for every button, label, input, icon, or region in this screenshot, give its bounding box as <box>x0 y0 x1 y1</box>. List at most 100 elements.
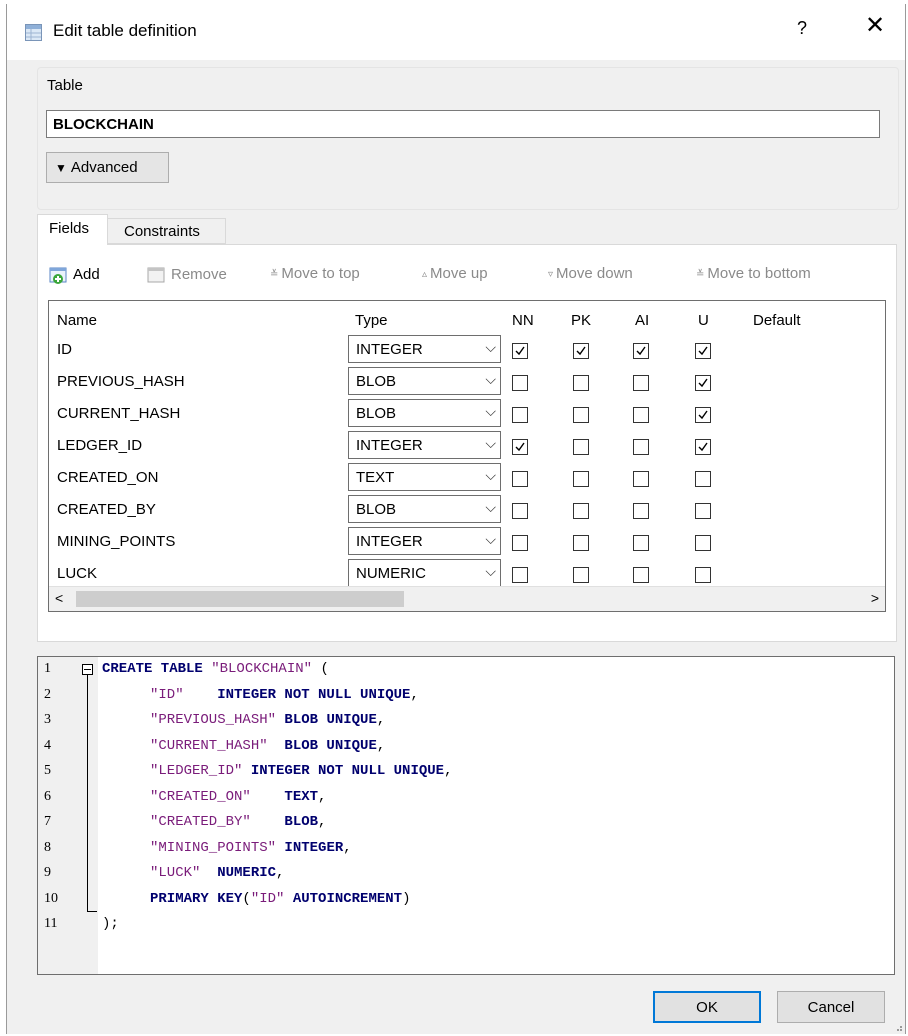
type-select[interactable]: INTEGER ⌵ <box>348 431 501 459</box>
move-down-button[interactable]: ▿ Move down <box>548 265 633 282</box>
pk-checkbox[interactable] <box>573 375 589 391</box>
field-name-cell[interactable]: PREVIOUS_HASH <box>57 373 185 390</box>
type-select[interactable]: INTEGER ⌵ <box>348 335 501 363</box>
table-group-label: Table <box>47 77 83 94</box>
advanced-button[interactable]: ▼ Advanced <box>46 152 169 183</box>
move-to-bottom-label: Move to bottom <box>707 265 811 282</box>
nn-checkbox[interactable] <box>512 375 528 391</box>
sql-token: "MINING_POINTS" <box>150 840 277 856</box>
scroll-left-icon[interactable]: < <box>55 590 63 606</box>
pk-checkbox[interactable] <box>573 535 589 551</box>
sql-line: "MINING_POINTS" INTEGER, <box>150 840 352 856</box>
resize-grip-icon[interactable] <box>893 1022 903 1032</box>
ai-checkbox[interactable] <box>633 343 649 359</box>
u-checkbox[interactable] <box>695 471 711 487</box>
pk-checkbox[interactable] <box>573 471 589 487</box>
nn-checkbox[interactable] <box>512 439 528 455</box>
sql-token: ); <box>102 916 119 932</box>
help-button[interactable]: ? <box>797 18 807 39</box>
pk-checkbox[interactable] <box>573 439 589 455</box>
type-select[interactable]: INTEGER ⌵ <box>348 527 501 555</box>
u-checkbox[interactable] <box>695 567 711 583</box>
ai-checkbox[interactable] <box>633 375 649 391</box>
cancel-button[interactable]: Cancel <box>777 991 885 1023</box>
field-name-cell[interactable]: LUCK <box>57 565 97 582</box>
header-nn[interactable]: NN <box>512 312 534 329</box>
ai-checkbox[interactable] <box>633 407 649 423</box>
type-select[interactable]: NUMERIC ⌵ <box>348 559 501 587</box>
line-number: 3 <box>44 712 51 727</box>
header-default[interactable]: Default <box>753 312 801 329</box>
pk-checkbox[interactable] <box>573 567 589 583</box>
sql-token: "BLOCKCHAIN" <box>211 661 313 677</box>
chevron-down-icon: ⌵ <box>485 499 496 515</box>
table-name-input[interactable]: BLOCKCHAIN <box>46 110 880 138</box>
type-value: BLOB <box>356 405 397 422</box>
pk-checkbox[interactable] <box>573 343 589 359</box>
move-up-button[interactable]: ▵ Move up <box>422 265 488 282</box>
ok-button[interactable]: OK <box>653 991 761 1023</box>
ai-checkbox[interactable] <box>633 503 649 519</box>
header-u[interactable]: U <box>698 312 709 329</box>
u-checkbox[interactable] <box>695 503 711 519</box>
ai-checkbox[interactable] <box>633 439 649 455</box>
nn-checkbox[interactable] <box>512 471 528 487</box>
u-checkbox[interactable] <box>695 375 711 391</box>
close-button[interactable]: ✕ <box>865 14 885 38</box>
chevron-down-icon: ⌵ <box>485 339 496 355</box>
remove-field-button[interactable]: Remove <box>146 265 227 285</box>
chevron-down-icon: ⌵ <box>485 563 496 579</box>
sql-token: NUMERIC <box>200 865 277 881</box>
u-checkbox[interactable] <box>695 407 711 423</box>
header-name[interactable]: Name <box>57 312 97 329</box>
header-pk[interactable]: PK <box>571 312 591 329</box>
u-checkbox[interactable] <box>695 343 711 359</box>
sql-token: "LUCK" <box>150 865 201 881</box>
chevron-down-icon: ⌵ <box>485 467 496 483</box>
add-label: Add <box>73 265 100 283</box>
scrollbar-thumb[interactable] <box>76 591 404 607</box>
title-bar: Edit table definition ? ✕ <box>7 4 905 60</box>
field-name-cell[interactable]: ID <box>57 341 72 358</box>
u-checkbox[interactable] <box>695 535 711 551</box>
fold-collapse-icon[interactable] <box>82 664 93 675</box>
nn-checkbox[interactable] <box>512 343 528 359</box>
sql-token: INTEGER NOT NULL UNIQUE <box>183 687 411 703</box>
scroll-right-icon[interactable]: > <box>871 590 879 606</box>
field-name-cell[interactable]: LEDGER_ID <box>57 437 142 454</box>
ai-checkbox[interactable] <box>633 471 649 487</box>
nn-checkbox[interactable] <box>512 567 528 583</box>
nn-checkbox[interactable] <box>512 407 528 423</box>
sql-line: "CURRENT_HASH" BLOB UNIQUE, <box>150 738 385 754</box>
sql-line: PRIMARY KEY("ID" AUTOINCREMENT) <box>150 891 410 907</box>
pk-checkbox[interactable] <box>573 503 589 519</box>
header-type[interactable]: Type <box>355 312 388 329</box>
tab-constraints[interactable]: Constraints <box>108 218 226 244</box>
sql-token: CREATE TABLE <box>102 661 212 677</box>
u-checkbox[interactable] <box>695 439 711 455</box>
arrow-down-icon: ▿ <box>548 268 554 280</box>
type-select[interactable]: TEXT ⌵ <box>348 463 501 491</box>
ai-checkbox[interactable] <box>633 535 649 551</box>
ai-checkbox[interactable] <box>633 567 649 583</box>
sql-token: INTEGER NOT NULL UNIQUE <box>242 763 445 779</box>
field-name-cell[interactable]: CREATED_BY <box>57 501 156 518</box>
add-field-button[interactable]: Add <box>48 265 100 285</box>
sql-preview[interactable]: 1 2 3 4 5 6 7 8 9 10 11 CREATE TABLE "BLOCKCHAIN" … <box>37 656 895 975</box>
field-name-cell[interactable]: CREATED_ON <box>57 469 158 486</box>
chevron-down-icon: ⌵ <box>485 403 496 419</box>
type-select[interactable]: BLOB ⌵ <box>348 367 501 395</box>
type-select[interactable]: BLOB ⌵ <box>348 495 501 523</box>
move-to-top-button[interactable]: ≚ Move to top <box>270 265 360 282</box>
sql-token: BLOB <box>250 814 319 830</box>
nn-checkbox[interactable] <box>512 503 528 519</box>
header-ai[interactable]: AI <box>635 312 649 329</box>
field-name-cell[interactable]: MINING_POINTS <box>57 533 175 550</box>
tab-fields[interactable]: Fields <box>37 214 108 245</box>
move-to-bottom-button[interactable]: ≚ Move to bottom <box>696 265 811 282</box>
pk-checkbox[interactable] <box>573 407 589 423</box>
horizontal-scrollbar[interactable]: < > <box>49 586 885 611</box>
type-select[interactable]: BLOB ⌵ <box>348 399 501 427</box>
nn-checkbox[interactable] <box>512 535 528 551</box>
field-name-cell[interactable]: CURRENT_HASH <box>57 405 180 422</box>
